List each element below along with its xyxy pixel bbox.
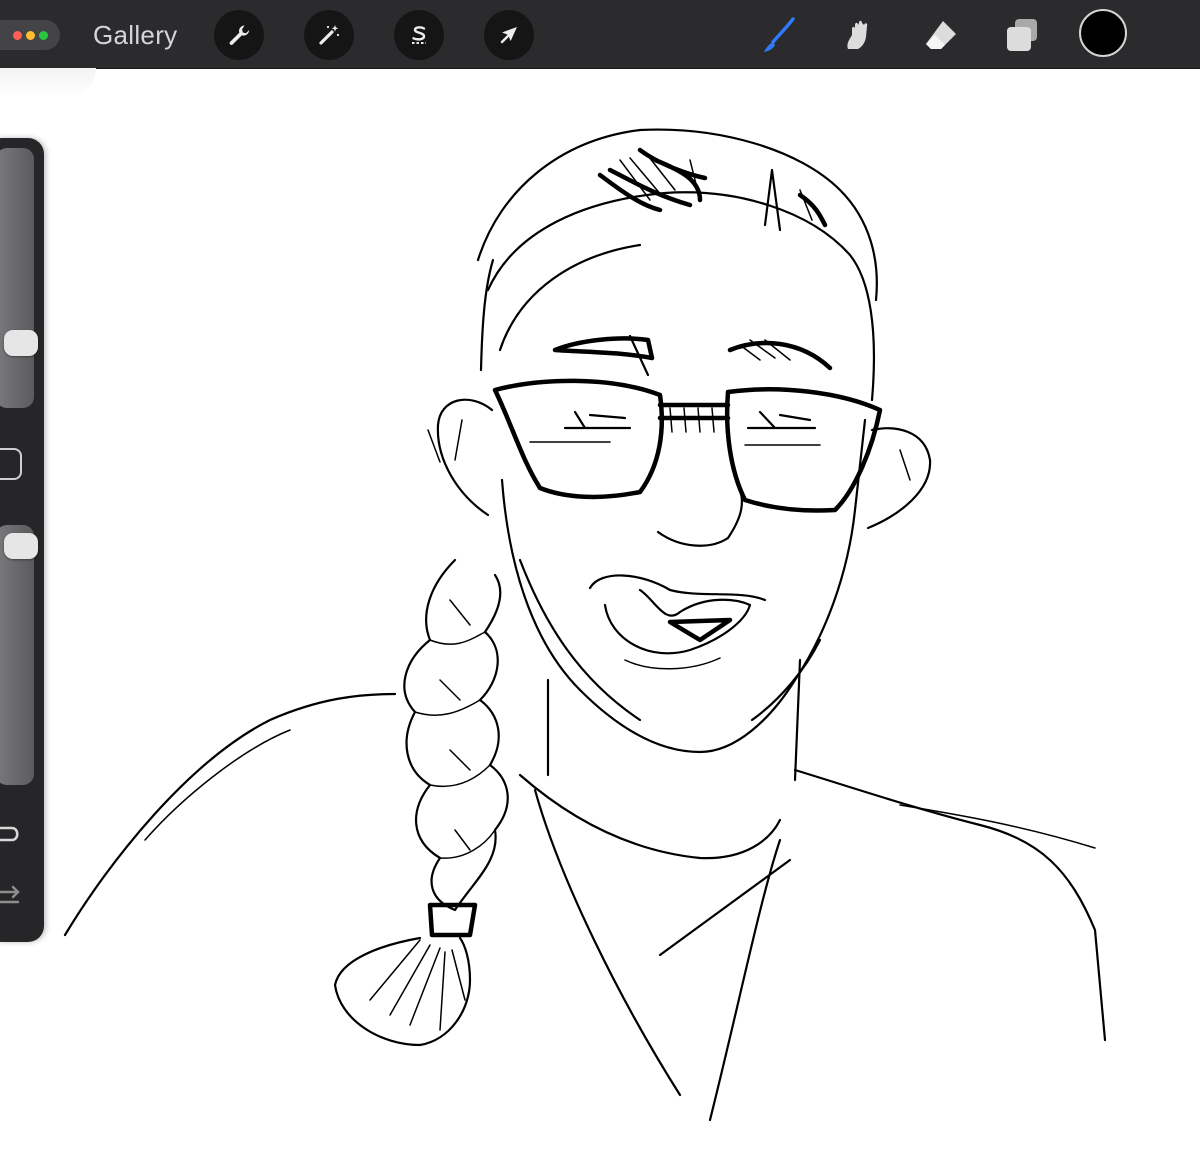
arrow-cursor-icon — [500, 27, 517, 44]
layers-tool-button[interactable] — [999, 12, 1045, 58]
right-eye — [746, 410, 817, 430]
left-ear — [436, 398, 494, 517]
shirt-v — [533, 788, 682, 1097]
face-outline — [500, 418, 867, 754]
adjustments-button[interactable] — [304, 10, 354, 60]
minimize-dot-icon[interactable] — [25, 30, 35, 40]
smudge-tool-button[interactable] — [837, 12, 883, 58]
nose — [656, 488, 744, 547]
collar — [518, 773, 782, 860]
left-eye — [563, 410, 632, 430]
layers-icon — [1007, 19, 1037, 51]
window-controls[interactable] — [0, 20, 60, 50]
glasses-left-lens — [492, 378, 665, 500]
portrait-sketch — [63, 128, 1107, 1122]
close-dot-icon[interactable] — [12, 30, 22, 40]
color-picker-button[interactable] — [1079, 9, 1127, 57]
magic-wand-icon — [319, 25, 340, 45]
brush-icon — [764, 17, 795, 52]
transform-button[interactable] — [484, 10, 534, 60]
wrench-icon — [229, 25, 250, 45]
top-toolbar: Gallery — [0, 0, 1200, 69]
selection-s-icon — [412, 26, 426, 44]
brush-tool-button[interactable] — [756, 12, 802, 58]
right-ear — [866, 427, 932, 530]
zoom-dot-icon[interactable] — [38, 30, 48, 40]
eraser-icon — [926, 21, 956, 49]
drawing-canvas[interactable] — [0, 68, 1200, 1149]
smudge-icon — [847, 20, 868, 49]
selection-button[interactable] — [394, 10, 444, 60]
left-eyebrow — [552, 336, 655, 361]
mouth-upper — [588, 574, 767, 602]
right-eyebrow — [727, 340, 833, 371]
eraser-tool-button[interactable] — [918, 12, 964, 58]
left-shoulder — [63, 692, 397, 937]
right-shoulder — [793, 768, 1107, 1042]
actions-button[interactable] — [214, 10, 264, 60]
gallery-button[interactable]: Gallery — [93, 18, 177, 52]
braid-end — [333, 936, 472, 1047]
